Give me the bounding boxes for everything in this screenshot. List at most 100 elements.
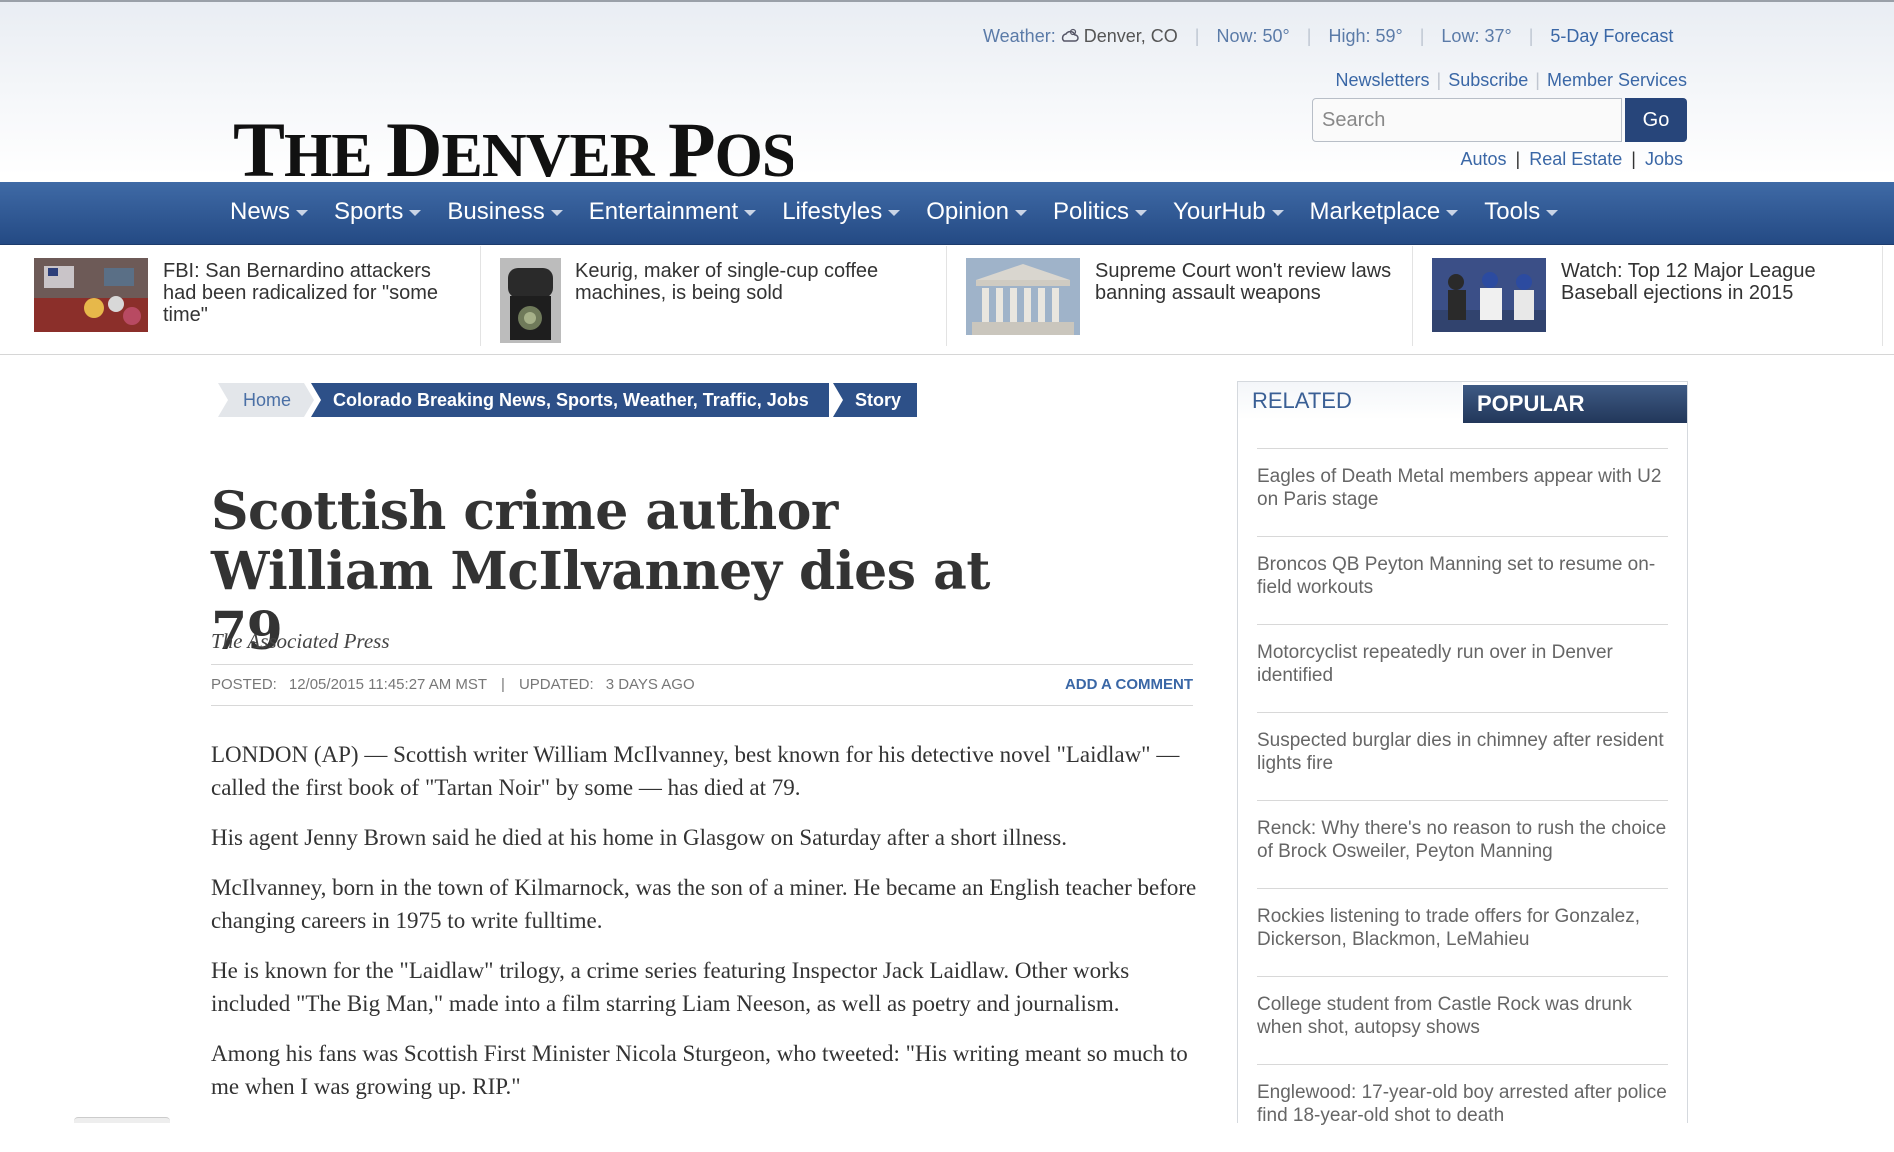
nav-label: Opinion [926,198,1009,225]
story-thumbnail [34,258,148,332]
jobs-link[interactable]: Jobs [1645,149,1683,169]
nav-lifestyles[interactable]: Lifestyles [782,198,901,226]
posted-label: POSTED: [211,676,277,693]
strip-story-title: FBI: San Bernardino attackers had been r… [163,260,439,326]
member-services-link[interactable]: Member Services [1547,70,1687,90]
divider: | [1306,26,1312,46]
weather-now: Now: 50° [1216,26,1290,46]
breadcrumb-home-label: Home [243,390,292,410]
nav-label: Politics [1052,198,1130,225]
story-thumbnail [966,258,1080,335]
nav-label: Tools [1484,198,1541,225]
timestamps: POSTED: 12/05/2015 11:45:27 AM MST | UPDATE… [211,676,695,693]
breadcrumb-story-label: Story [855,390,902,410]
autos-link[interactable]: Autos [1461,149,1507,169]
divider: | [1535,70,1540,90]
strip-story[interactable]: FBI: San Bernardino attackers had been r… [24,246,481,346]
chevron-down-icon [296,209,309,216]
story-thumbnail [1432,258,1546,332]
nav-label: News [230,198,291,225]
chevron-down-icon [888,209,901,216]
divider: | [1419,26,1425,46]
article-paragraph: His agent Jenny Brown said he died at hi… [211,825,1067,850]
article-body: LONDON (AP) — Scottish writer William Mc… [211,738,1201,1120]
forecast-link[interactable]: 5-Day Forecast [1550,26,1673,46]
chevron-down-icon [1014,209,1027,216]
article-paragraph: LONDON (AP) — Scottish writer William Mc… [211,742,1180,800]
updated-value: 3 DAYS AGO [605,676,695,693]
chevron-down-icon [744,209,757,216]
newsletters-link[interactable]: Newsletters [1336,70,1430,90]
article-paragraph: Among his fans was Scottish First Minist… [211,1041,1188,1099]
article-paragraph: He is known for the "Laidlaw" trilogy, a… [211,958,1130,1016]
nav-politics[interactable]: Politics [1052,198,1148,226]
divider: | [1528,26,1534,46]
weather-label: Weather: [983,26,1056,46]
chevron-down-icon [1446,209,1459,216]
nav-marketplace[interactable]: Marketplace [1310,198,1459,226]
search-form: Go [1312,98,1687,142]
breadcrumb-story[interactable]: Story [833,383,917,417]
nav-news[interactable]: News [230,198,309,226]
list-item[interactable]: Eagles of Death Metal members appear wit… [1257,448,1668,536]
tab-related[interactable]: RELATED [1238,382,1462,420]
strip-story-title: Watch: Top 12 Major League Baseball ejec… [1561,260,1816,304]
nav-label: YourHub [1173,198,1266,225]
breadcrumb-home[interactable]: Home [218,383,314,417]
updated-label: UPDATED: [518,676,594,693]
related-list: Eagles of Death Metal members appear wit… [1257,448,1668,1152]
list-item[interactable]: Rockies listening to trade offers for Go… [1257,888,1668,976]
nav-sports[interactable]: Sports [334,198,422,226]
chevron-down-icon [1546,209,1559,216]
real-estate-link[interactable]: Real Estate [1529,149,1622,169]
site-header: Weather: Denver, CO | Now: 50° | High: 5… [0,0,1894,186]
nav-business[interactable]: Business [447,198,563,226]
weather-low: Low: 37° [1441,26,1512,46]
strip-story[interactable]: Keurig, maker of single-cup coffee machi… [480,246,947,346]
list-item[interactable]: Motorcyclist repeatedly run over in Denv… [1257,624,1668,712]
chevron-down-icon [1271,209,1284,216]
list-item[interactable]: Englewood: 17-year-old boy arrested afte… [1257,1064,1668,1152]
add-comment-link[interactable]: ADD A COMMENT [1065,676,1193,693]
nav-label: Marketplace [1309,198,1441,225]
list-item[interactable]: College student from Castle Rock was dru… [1257,976,1668,1064]
list-item[interactable]: Broncos QB Peyton Manning set to resume … [1257,536,1668,624]
list-item[interactable]: Suspected burglar dies in chimney after … [1257,712,1668,800]
divider: | [1436,70,1442,90]
story-thumbnail [500,258,561,343]
article-paragraph: McIlvanney, born in the town of Kilmarno… [211,875,1197,933]
tab-popular[interactable]: POPULAR [1463,385,1687,423]
nav-label: Sports [334,198,404,225]
nav-label: Entertainment [588,198,739,225]
nav-label: Lifestyles [782,198,883,225]
main-nav: News Sports Business Entertainment Lifes… [0,182,1894,245]
nav-yourhub[interactable]: YourHub [1173,198,1284,226]
account-links: Newsletters | Subscribe | Member Services [1336,70,1688,91]
search-go-button[interactable]: Go [1625,98,1687,142]
sidebar-widget: RELATED POPULAR Eagles of Death Metal me… [1237,381,1688,1126]
breadcrumb-section-label: Colorado Breaking News, Sports, Weather,… [333,390,809,410]
chevron-down-icon [550,209,563,216]
nav-label: Business [447,198,545,225]
strip-story[interactable]: Watch: Top 12 Major League Baseball ejec… [1412,246,1883,346]
divider: | [501,676,505,693]
nav-tools[interactable]: Tools [1484,198,1559,226]
breadcrumb-section[interactable]: Colorado Breaking News, Sports, Weather,… [311,383,829,417]
weather-bar: Weather: Denver, CO | Now: 50° | High: 5… [983,26,1673,47]
article-byline: The Associated Press [211,629,390,653]
subscribe-link[interactable]: Subscribe [1448,70,1528,90]
site-logo[interactable]: THE DENVER POST [233,106,793,186]
strip-story[interactable]: Supreme Court won't review laws banning … [946,246,1413,346]
nav-opinion[interactable]: Opinion [926,198,1027,226]
partly-cloudy-icon [1061,28,1079,44]
article-meta: POSTED: 12/05/2015 11:45:27 AM MST | UPDATE… [211,664,1193,706]
weather-location: Denver, CO [1083,26,1178,46]
weather-high: High: 59° [1328,26,1403,46]
posted-value: 12/05/2015 11:45:27 AM MST [288,676,488,693]
strip-story-title: Keurig, maker of single-cup coffee machi… [575,260,879,304]
nav-entertainment[interactable]: Entertainment [588,198,757,226]
list-item[interactable]: Renck: Why there's no reason to rush the… [1257,800,1668,888]
floating-tab[interactable] [74,1117,170,1123]
svg-text:THE DENVER POST: THE DENVER POST [233,106,793,186]
search-input[interactable] [1312,98,1622,142]
